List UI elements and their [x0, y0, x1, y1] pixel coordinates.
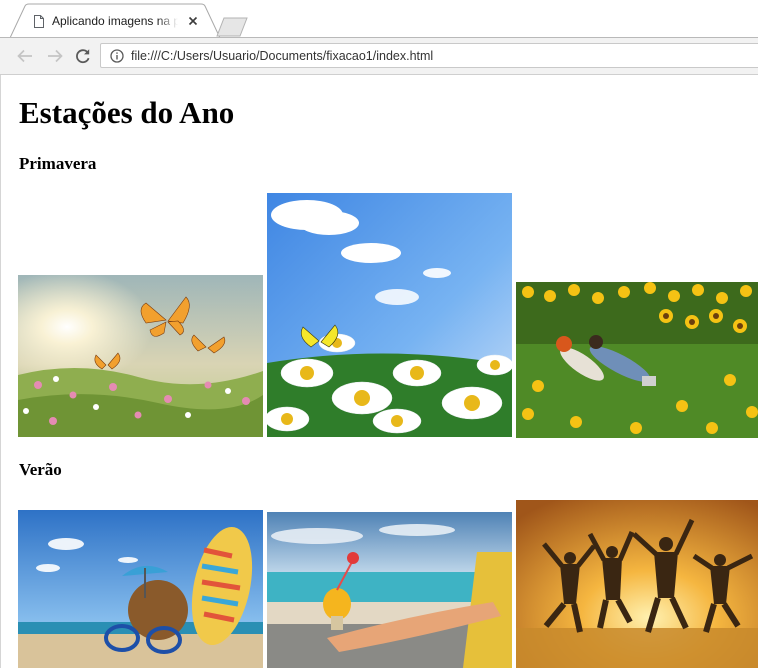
info-icon[interactable]: [110, 49, 124, 63]
sunflowers-couple-image: [516, 282, 758, 438]
close-tab-icon[interactable]: [186, 14, 200, 28]
page-icon: [34, 15, 44, 28]
section-heading-primavera: Primavera: [19, 154, 97, 173]
page-content: Estações do Ano Primavera Verão: [0, 75, 758, 668]
tab-strip: Aplicando imagens na página: [0, 0, 758, 38]
daisies-sky-image: [267, 193, 512, 437]
page-title: Estações do Ano: [19, 95, 235, 130]
tab-title: Aplicando imagens na página: [52, 14, 178, 28]
beach-coconut-flipflops-image: [18, 510, 263, 668]
url-text[interactable]: file:///C:/Users/Usuario/Documents/fixac…: [131, 48, 433, 64]
section-heading-verao: Verão: [19, 460, 62, 479]
reload-icon[interactable]: [74, 47, 92, 65]
beach-sunset-jump-image: [516, 500, 758, 668]
forward-arrow-icon[interactable]: [46, 47, 64, 65]
browser-toolbar: file:///C:/Users/Usuario/Documents/fixac…: [0, 38, 758, 75]
beach-cocktail-image: [267, 512, 512, 668]
address-bar[interactable]: file:///C:/Users/Usuario/Documents/fixac…: [100, 43, 758, 68]
back-arrow-icon[interactable]: [16, 47, 34, 65]
butterflies-flowers-image: [18, 275, 263, 437]
new-tab-button[interactable]: [214, 17, 250, 37]
